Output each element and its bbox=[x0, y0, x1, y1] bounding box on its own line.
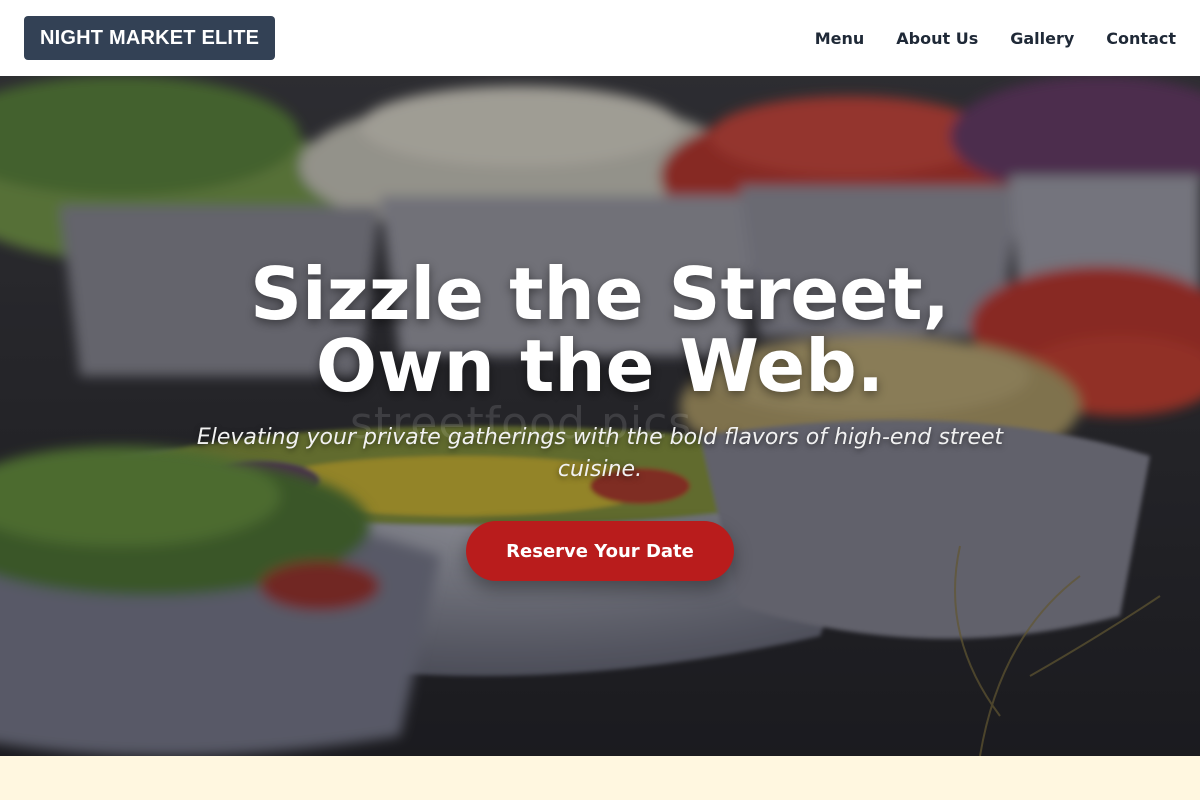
nav-link-contact[interactable]: Contact bbox=[1106, 29, 1176, 48]
hero-section: streetfood.pics Sizzle the Street, Own t… bbox=[0, 76, 1200, 756]
hero-subtitle: Elevating your private gatherings with t… bbox=[196, 425, 1004, 482]
site-header: NIGHT MARKET ELITE Menu About Us Gallery… bbox=[0, 0, 1200, 76]
logo-link[interactable]: NIGHT MARKET ELITE bbox=[24, 16, 276, 60]
reserve-date-button[interactable]: Reserve Your Date bbox=[466, 521, 734, 581]
hero-title-line2: Own the Web. bbox=[315, 324, 885, 408]
nav-link-menu[interactable]: Menu bbox=[815, 29, 865, 48]
hero-title: Sizzle the Street, Own the Web. bbox=[150, 258, 1050, 402]
nav-link-about-us[interactable]: About Us bbox=[896, 29, 978, 48]
next-section bbox=[0, 756, 1200, 800]
hero-content: Sizzle the Street, Own the Web. Elevatin… bbox=[0, 76, 1200, 756]
main-nav: Menu About Us Gallery Contact bbox=[815, 29, 1176, 48]
nav-link-gallery[interactable]: Gallery bbox=[1010, 29, 1074, 48]
